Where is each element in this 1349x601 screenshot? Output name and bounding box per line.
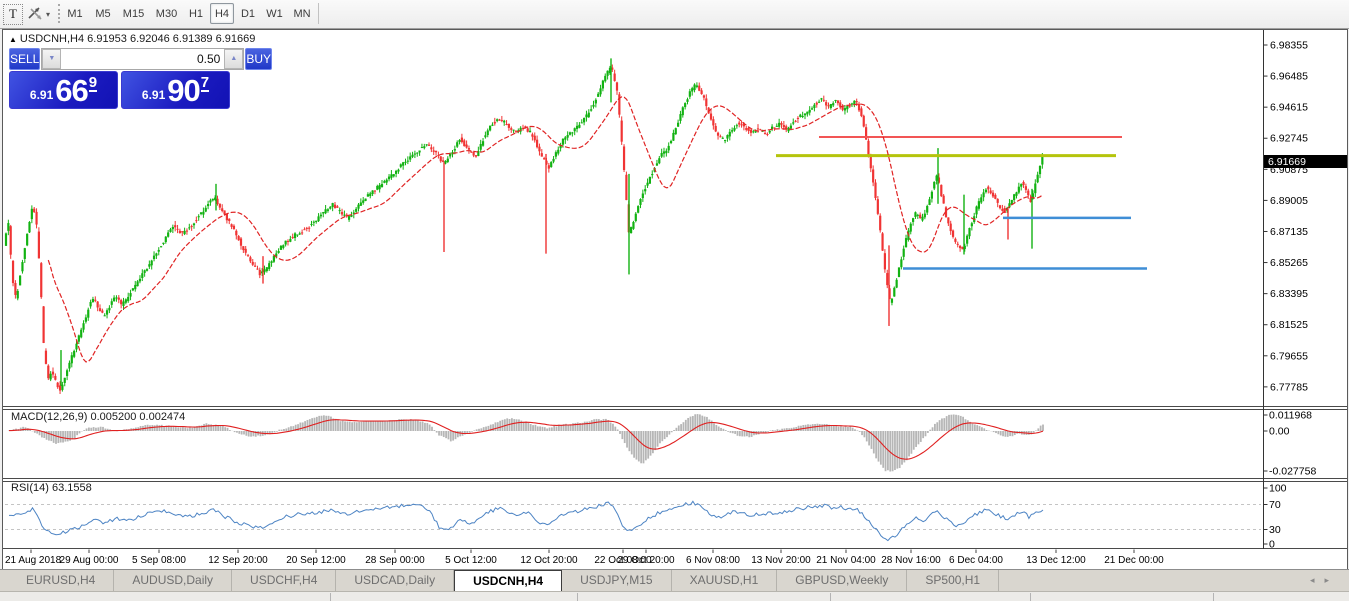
svg-text:6.77785: 6.77785	[1270, 381, 1308, 393]
rsi-panel	[9, 501, 1043, 540]
timeframe-button-h1[interactable]: H1	[184, 3, 208, 24]
svg-text:28 Nov 16:00: 28 Nov 16:00	[881, 555, 941, 566]
svg-text:6 Nov 08:00: 6 Nov 08:00	[686, 555, 740, 566]
svg-text:70: 70	[1269, 499, 1281, 511]
svg-text:6.91669: 6.91669	[1268, 156, 1306, 168]
price-axis: 6.983556.964856.946156.927456.908756.890…	[1264, 40, 1309, 394]
svg-text:21 Dec 00:00: 21 Dec 00:00	[1104, 555, 1164, 566]
svg-text:20 Sep 12:00: 20 Sep 12:00	[286, 555, 346, 566]
one-click-trading-panel: SELL ▼ ▲ BUY 6.91 66 9 6.91 90 7	[9, 48, 230, 109]
svg-text:28 Sep 00:00: 28 Sep 00:00	[365, 555, 425, 566]
svg-text:6 Dec 04:00: 6 Dec 04:00	[949, 555, 1003, 566]
svg-text:5 Oct 12:00: 5 Oct 12:00	[445, 555, 497, 566]
svg-text:6.83395: 6.83395	[1270, 288, 1308, 300]
trade-levels-icon[interactable]	[25, 5, 45, 22]
svg-text:13 Dec 12:00: 13 Dec 12:00	[1026, 555, 1086, 566]
toolbar-drag-handle[interactable]	[58, 4, 60, 23]
toolbar-separator	[318, 3, 319, 24]
timeframe-button-m1[interactable]: M1	[62, 3, 88, 24]
tabs-scroll-right-icon[interactable]: ▸	[1324, 575, 1339, 585]
svg-text:29 Aug 00:00: 29 Aug 00:00	[60, 555, 119, 566]
timeframe-button-m5[interactable]: M5	[90, 3, 116, 24]
chart-tab-audusd-daily[interactable]: AUDUSD,Daily	[114, 570, 232, 592]
svg-text:6.85265: 6.85265	[1270, 257, 1308, 269]
rsi-label: RSI(14) 63.1558	[11, 482, 92, 494]
svg-text:-0.027758: -0.027758	[1269, 466, 1316, 478]
top-toolbar: T ▾ M1M5M15M30H1H4D1W1MN	[0, 0, 1349, 29]
svg-text:6.98355: 6.98355	[1270, 40, 1308, 52]
svg-text:12 Sep 20:00: 12 Sep 20:00	[208, 555, 268, 566]
chart-tab-eurusd-h4[interactable]: EURUSD,H4	[8, 570, 114, 592]
volume-input[interactable]	[61, 49, 224, 69]
macd-label: MACD(12,26,9) 0.005200 0.002474	[11, 411, 185, 423]
svg-text:6.87135: 6.87135	[1270, 226, 1308, 238]
text-tool-button[interactable]: T	[3, 4, 23, 25]
timeframe-button-mn[interactable]: MN	[289, 3, 315, 24]
chart-canvas[interactable]: 6.983556.964856.946156.927456.908756.890…	[3, 30, 1347, 570]
ohlc-text: USDCNH,H4 6.91953 6.92046 6.91389 6.9166…	[20, 33, 255, 45]
timeframe-button-h4[interactable]: H4	[210, 3, 234, 24]
time-axis: 21 Aug 201829 Aug 00:00 5 Sep 08:00 12 Sep…	[5, 550, 1164, 567]
svg-text:6.81525: 6.81525	[1270, 319, 1308, 331]
chart-tab-usdcnh-h4[interactable]: USDCNH,H4	[454, 570, 562, 592]
svg-text:6.94615: 6.94615	[1270, 102, 1308, 114]
timeframe-button-d1[interactable]: D1	[236, 3, 260, 24]
svg-text:12 Oct 20:00: 12 Oct 20:00	[520, 555, 578, 566]
buy-price-pip: 7	[201, 76, 209, 92]
volume-down-icon[interactable]: ▼	[42, 49, 61, 69]
svg-text:6.92745: 6.92745	[1270, 133, 1308, 145]
svg-text:6.79655: 6.79655	[1270, 350, 1308, 362]
buy-price-box[interactable]: 6.91 90 7	[121, 71, 230, 109]
svg-text:30: 30	[1269, 524, 1281, 536]
sell-price-box[interactable]: 6.91 66 9	[9, 71, 118, 109]
svg-text:21 Aug 2018: 21 Aug 2018	[5, 555, 62, 566]
current-price-tag: 6.91669	[1264, 155, 1347, 168]
volume-up-icon[interactable]: ▲	[224, 49, 243, 69]
chart-tab-gbpusd-weekly[interactable]: GBPUSD,Weekly	[777, 570, 907, 592]
sell-price-small: 6.91	[30, 88, 53, 102]
sell-button[interactable]: SELL	[9, 48, 40, 70]
svg-text:6.89005: 6.89005	[1270, 195, 1308, 207]
svg-text:0.00: 0.00	[1269, 426, 1290, 438]
chart-tab-bar: EURUSD,H4AUDUSD,DailyUSDCHF,H4USDCAD,Dai…	[0, 569, 1349, 592]
svg-text:6.96485: 6.96485	[1270, 71, 1308, 83]
volume-spinner: ▼ ▲	[41, 48, 244, 70]
svg-text:0.011968: 0.011968	[1269, 410, 1312, 422]
svg-text:13 Nov 20:00: 13 Nov 20:00	[751, 555, 811, 566]
timeframe-button-w1[interactable]: W1	[262, 3, 287, 24]
svg-text:21 Nov 04:00: 21 Nov 04:00	[816, 555, 876, 566]
collapse-arrow-icon[interactable]: ▲	[9, 35, 17, 44]
chart-tab-sp500-h1[interactable]: SP500,H1	[907, 570, 999, 592]
svg-text:29 Oct 20:00: 29 Oct 20:00	[617, 555, 675, 566]
buy-price-small: 6.91	[142, 88, 165, 102]
sell-price-pip: 9	[89, 76, 97, 92]
timeframe-button-m15[interactable]: M15	[118, 3, 149, 24]
indicator-axes: 0.011968 0.00 -0.027758 100 70 30 0	[1264, 410, 1317, 551]
chart-tab-xauusd-h1[interactable]: XAUUSD,H1	[672, 570, 778, 592]
symbol-ohlc-header: ▲USDCNH,H4 6.91953 6.92046 6.91389 6.916…	[9, 33, 255, 45]
chart-tab-usdchf-h4[interactable]: USDCHF,H4	[232, 570, 336, 592]
svg-text:100: 100	[1269, 483, 1287, 495]
chevron-down-icon[interactable]: ▾	[46, 10, 50, 19]
chart-tab-usdcad-daily[interactable]: USDCAD,Daily	[336, 570, 454, 592]
tabs-scroll-left-icon[interactable]: ◂	[1310, 575, 1325, 585]
chart-tab-usdjpy-m15[interactable]: USDJPY,M15	[562, 570, 671, 592]
chart-window: 6.983556.964856.946156.927456.908756.890…	[2, 29, 1348, 571]
svg-text:5 Sep 08:00: 5 Sep 08:00	[132, 555, 186, 566]
svg-text:0: 0	[1269, 539, 1275, 551]
timeframe-button-m30[interactable]: M30	[151, 3, 182, 24]
buy-price-big: 90	[167, 76, 199, 106]
buy-button[interactable]: BUY	[245, 48, 272, 70]
sell-price-big: 66	[55, 76, 87, 106]
